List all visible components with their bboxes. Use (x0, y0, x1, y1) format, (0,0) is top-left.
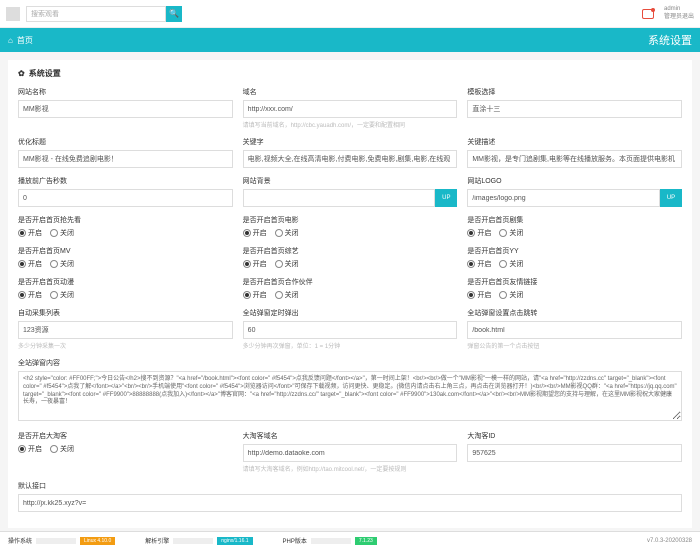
search-input[interactable]: 搜索观看 (26, 6, 166, 22)
footer-lang-value: nginx/1.16.1 (217, 537, 252, 545)
label-dataoke: 是否开启大淘客 (18, 431, 233, 441)
gear-icon: ✿ (18, 69, 25, 78)
domain-hint: 请填写当前域名，http://cbc.yauadh.com/，一定要和配置相同 (243, 120, 458, 129)
site-logo-input[interactable] (467, 189, 660, 207)
label-site-bg: 网站背景 (243, 176, 458, 186)
user-info[interactable]: admin 管理员退出 (664, 6, 694, 20)
r2a-off[interactable]: 关闭 (50, 259, 74, 269)
label-dataoke-domain: 大淘客域名 (243, 431, 458, 441)
r1b-on[interactable]: 开启 (243, 228, 267, 238)
label-r1b: 是否开启首页电影 (243, 215, 458, 225)
label-keydesc: 关键描述 (467, 137, 682, 147)
label-dataoke-id: 大淘客ID (467, 431, 682, 441)
label-auto-res: 自动采集列表 (18, 308, 233, 318)
label-r2c: 是否开启首页YY (467, 246, 682, 256)
label-r2b: 是否开启首页综艺 (243, 246, 458, 256)
label-r1c: 是否开启首页剧集 (467, 215, 682, 225)
label-default-api: 默认接口 (18, 481, 682, 491)
r1a-off[interactable]: 关闭 (50, 228, 74, 238)
popup-time-input[interactable] (243, 321, 458, 339)
default-api-input[interactable] (18, 494, 682, 512)
footer-php-label: PHP版本 (283, 536, 307, 545)
ad-seconds-input[interactable] (18, 189, 233, 207)
label-site-logo: 网站LOGO (467, 176, 682, 186)
dataoke-on[interactable]: 开启 (18, 444, 42, 454)
dataoke-domain-input[interactable] (243, 444, 458, 462)
dataoke-off[interactable]: 关闭 (50, 444, 74, 454)
r3a-off[interactable]: 关闭 (50, 290, 74, 300)
dataoke-domain-hint: 请填写大淘客域名，例如http://tao.mitcool.net/，一定要按规… (243, 464, 458, 473)
site-bg-input[interactable] (243, 189, 436, 207)
r3c-off[interactable]: 关闭 (499, 290, 523, 300)
opt-title-input[interactable] (18, 150, 233, 168)
keydesc-input[interactable] (467, 150, 682, 168)
auto-res-input[interactable] (18, 321, 233, 339)
page-title: 系统设置 (648, 32, 692, 48)
search-button[interactable]: 🔍 (166, 6, 182, 22)
popup-btn-input[interactable] (467, 321, 682, 339)
nav-home[interactable]: 首页 (17, 35, 33, 46)
label-ad-seconds: 播放前广告秒数 (18, 176, 233, 186)
label-r2a: 是否开启首页MV (18, 246, 233, 256)
r2b-off[interactable]: 关闭 (275, 259, 299, 269)
label-keywords: 关键字 (243, 137, 458, 147)
r1c-on[interactable]: 开启 (467, 228, 491, 238)
label-popup-btn: 全站弹窗设置点击跳转 (467, 308, 682, 318)
r2b-on[interactable]: 开启 (243, 259, 267, 269)
r2c-off[interactable]: 关闭 (499, 259, 523, 269)
r3c-on[interactable]: 开启 (467, 290, 491, 300)
r1b-off[interactable]: 关闭 (275, 228, 299, 238)
site-logo-upload[interactable]: UP (660, 189, 682, 207)
label-r1a: 是否开启首页抢先看 (18, 215, 233, 225)
label-r3c: 是否开启首页友情链接 (467, 277, 682, 287)
dataoke-id-input[interactable] (467, 444, 682, 462)
label-site-name: 网站名称 (18, 87, 233, 97)
label-popup-content: 全站弹窗内容 (18, 358, 682, 368)
label-opt-title: 优化标题 (18, 137, 233, 147)
r3b-on[interactable]: 开启 (243, 290, 267, 300)
keywords-input[interactable] (243, 150, 458, 168)
site-name-input[interactable] (18, 100, 233, 118)
r2c-on[interactable]: 开启 (467, 259, 491, 269)
auto-res-hint: 多少分钟采集一次 (18, 341, 233, 350)
r1c-off[interactable]: 关闭 (499, 228, 523, 238)
r3b-off[interactable]: 关闭 (275, 290, 299, 300)
label-popup-time: 全站弹窗定时弹出 (243, 308, 458, 318)
panel-title-text: 系统设置 (29, 68, 61, 79)
domain-input[interactable] (243, 100, 458, 118)
footer-lang-label: 解析引擎 (145, 536, 169, 545)
app-grid-icon[interactable] (6, 7, 20, 21)
label-template: 模板选择 (467, 87, 682, 97)
template-input[interactable] (467, 100, 682, 118)
label-r3b: 是否开启首页合作伙伴 (243, 277, 458, 287)
site-bg-upload[interactable]: UP (435, 189, 457, 207)
popup-btn-hint: 弹窗公告的第一个点击按钮 (467, 341, 682, 350)
footer-version: v7.0.3-20200328 (647, 538, 692, 544)
label-domain: 域名 (243, 87, 458, 97)
footer-os-label: 操作系统 (8, 536, 32, 545)
popup-content-textarea[interactable] (18, 371, 682, 421)
r1a-on[interactable]: 开启 (18, 228, 42, 238)
home-icon: ⌂ (8, 36, 13, 45)
footer-php-value: 7.1.23 (355, 537, 377, 545)
message-icon[interactable] (642, 9, 654, 19)
popup-time-hint: 多少分钟再次弹窗，单位：1 = 1分钟 (243, 341, 458, 350)
footer-os-value: Linux 4.10.0 (80, 537, 115, 545)
label-r3a: 是否开启首页动漫 (18, 277, 233, 287)
r3a-on[interactable]: 开启 (18, 290, 42, 300)
r2a-on[interactable]: 开启 (18, 259, 42, 269)
